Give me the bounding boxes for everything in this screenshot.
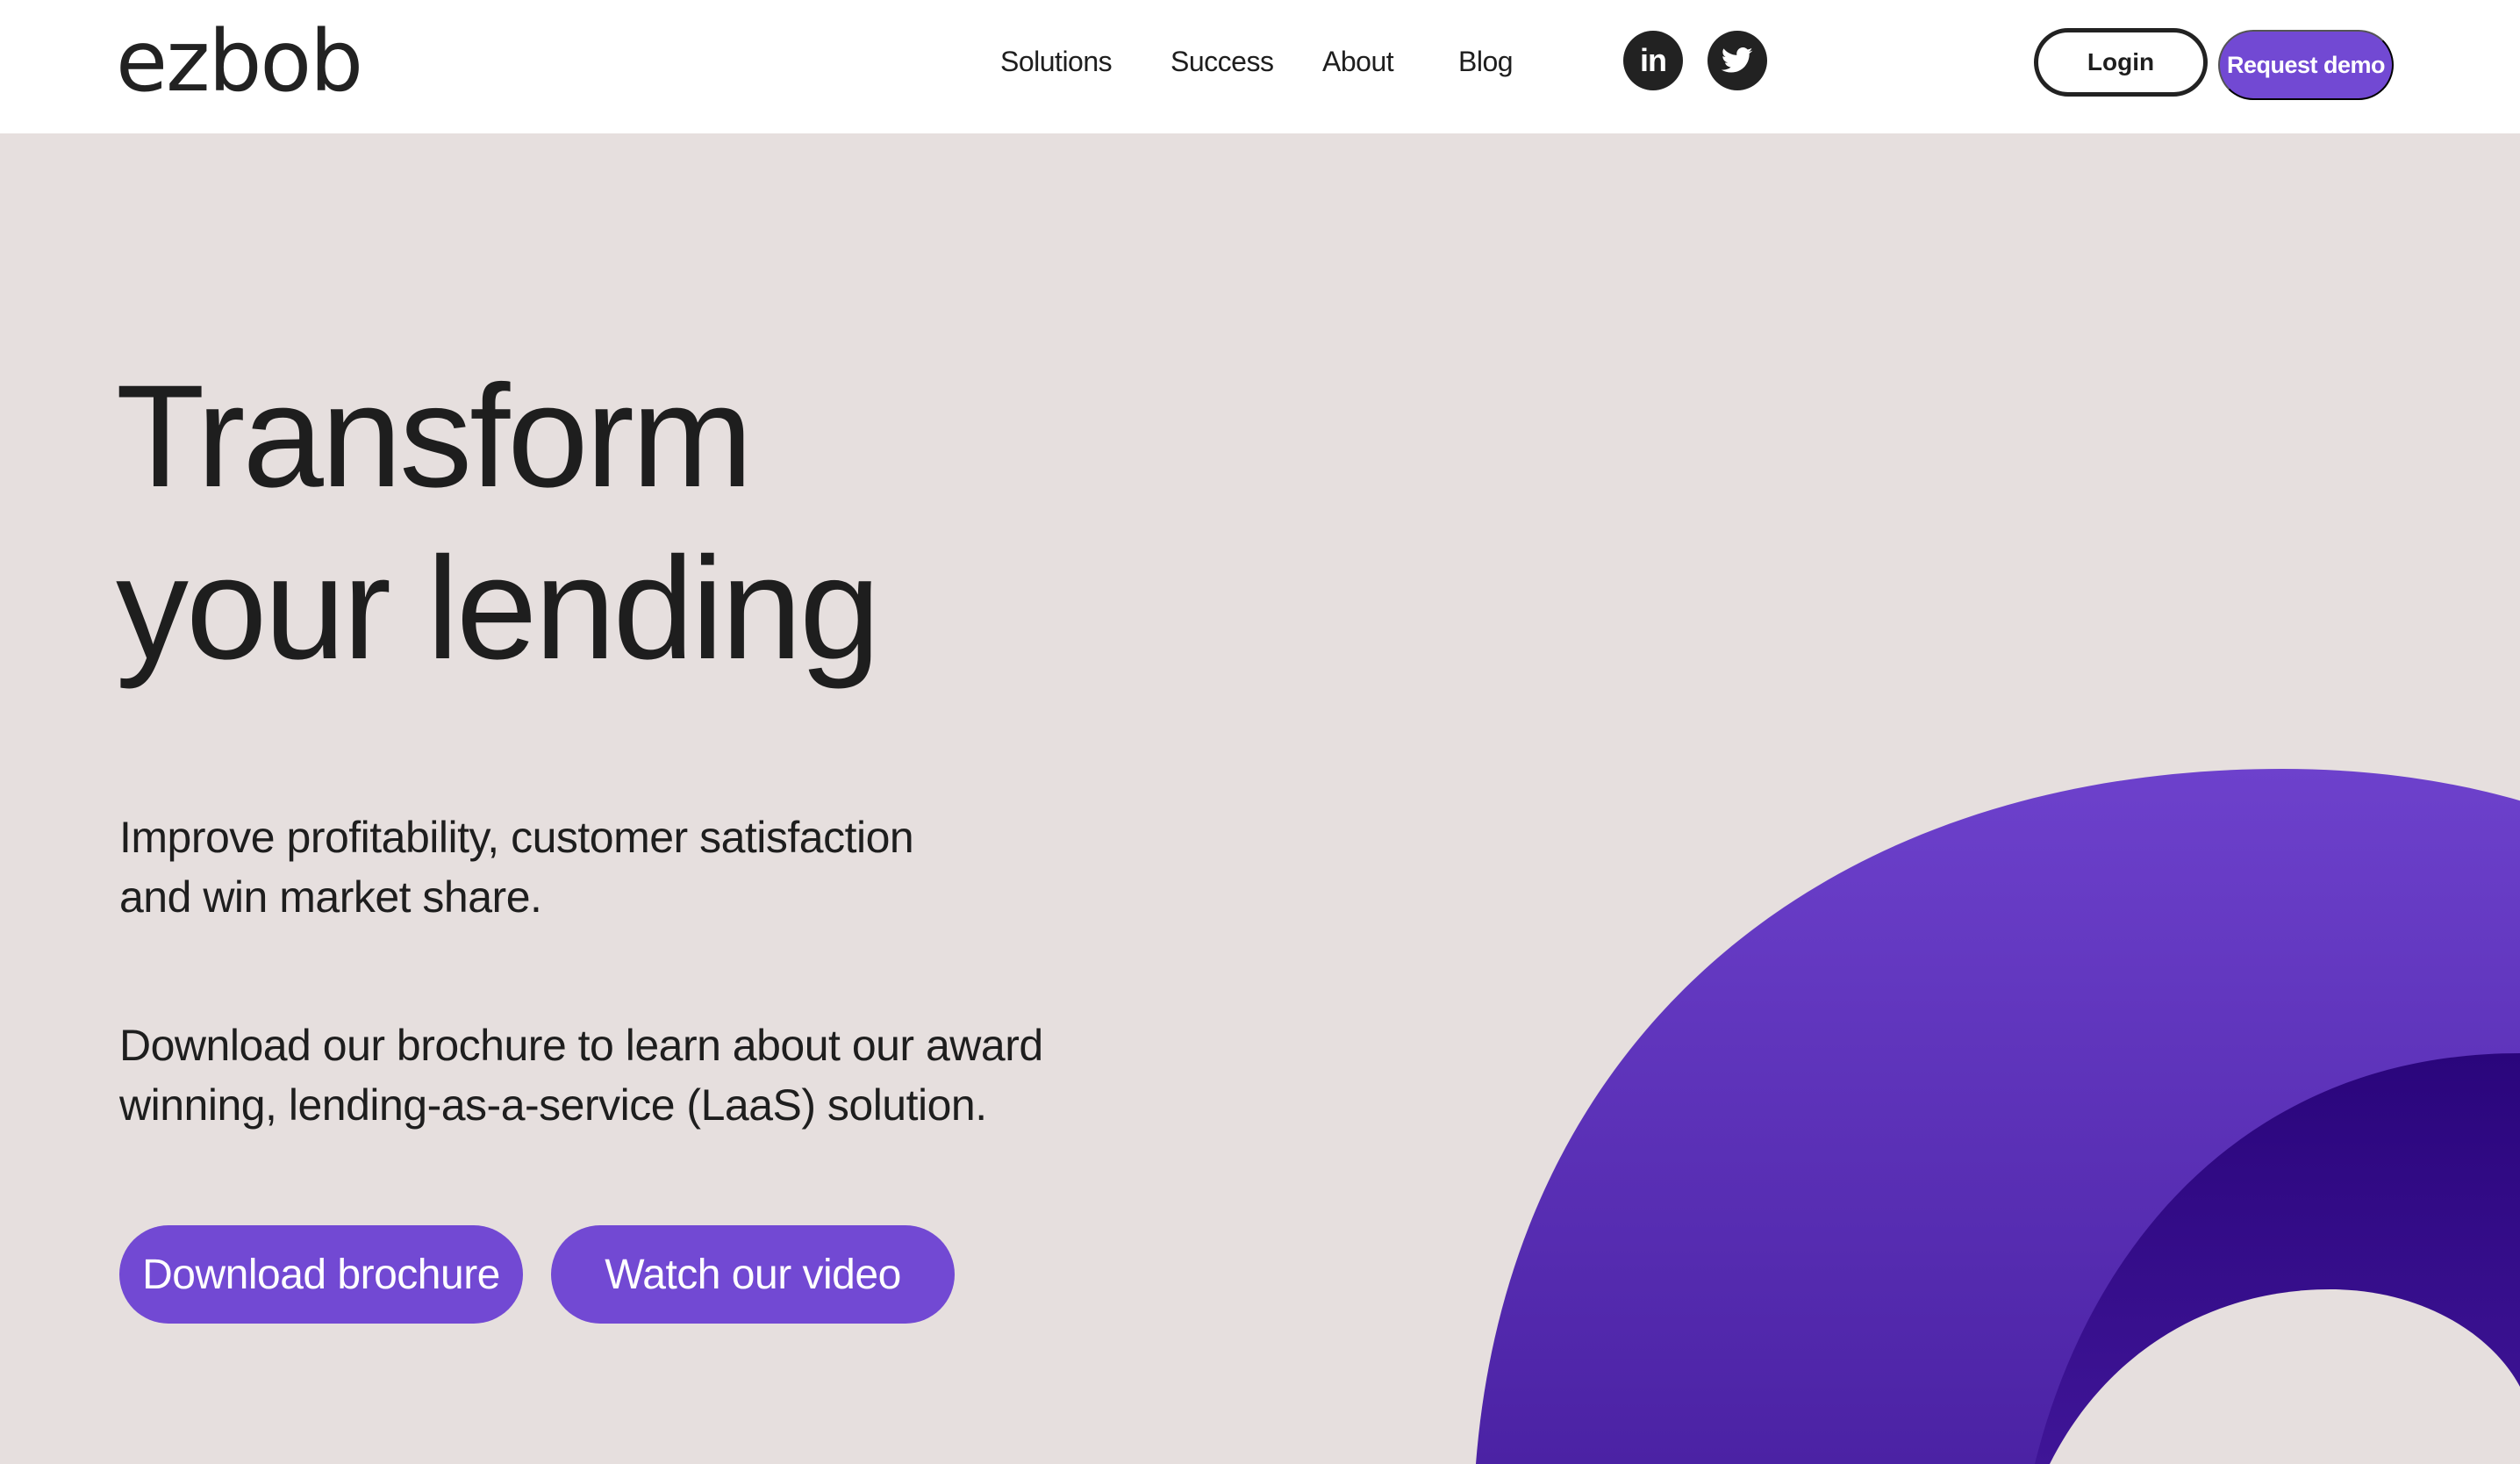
value-prop-line-2: and win market share.: [119, 872, 542, 922]
linkedin-link[interactable]: in: [1623, 31, 1683, 90]
twitter-link[interactable]: [1707, 31, 1767, 90]
hero-title-line-2: your lending: [116, 527, 880, 690]
site-header: ezbob Solutions Success About Blog in Lo…: [0, 0, 2520, 133]
login-button[interactable]: Login: [2034, 28, 2208, 97]
twitter-icon: [1722, 47, 1753, 73]
hero-title: Transform your lending: [116, 351, 880, 695]
download-brochure-button[interactable]: Download brochure: [119, 1225, 523, 1324]
nav-blog[interactable]: Blog: [1458, 44, 1514, 79]
nav-about[interactable]: About: [1322, 44, 1394, 79]
watch-video-button[interactable]: Watch our video: [551, 1225, 955, 1324]
value-prop-line-1: Improve profitability, customer satisfac…: [119, 813, 914, 862]
brochure-text-line-2: winning, lending-as-a-service (LaaS) sol…: [119, 1080, 987, 1130]
hero-value-proposition: Improve profitability, customer satisfac…: [119, 807, 914, 927]
nav-success[interactable]: Success: [1171, 44, 1274, 79]
hero-brochure-text: Download our brochure to learn about our…: [119, 1015, 1043, 1135]
ezbob-logo[interactable]: ezbob: [116, 18, 363, 105]
nav-solutions[interactable]: Solutions: [1000, 44, 1113, 79]
brochure-text-line-1: Download our brochure to learn about our…: [119, 1021, 1043, 1070]
linkedin-icon: in: [1640, 42, 1667, 78]
hero-title-line-1: Transform: [116, 355, 753, 518]
request-demo-button[interactable]: Request demo: [2218, 30, 2394, 100]
